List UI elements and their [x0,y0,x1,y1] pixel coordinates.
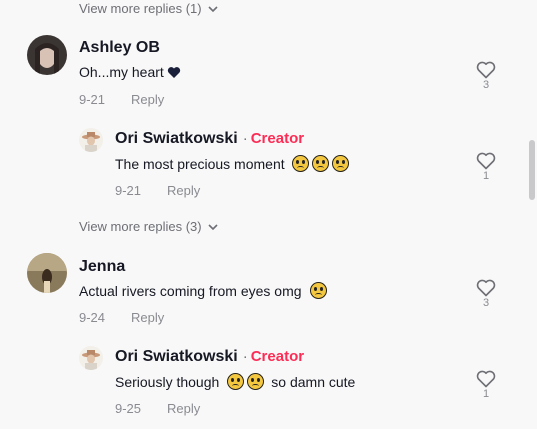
avatar[interactable] [27,253,67,293]
comment-text-content: Actual rivers coming from eyes omg [79,282,302,299]
sad-face-emoji [227,373,245,390]
view-more-replies-button[interactable]: View more replies (1) [79,1,218,16]
heart-outline-icon [476,279,496,297]
sad-face-emoji [291,155,309,172]
comment-author[interactable]: Jenna [79,258,125,276]
reply-author-row: Ori Swiatkowski · Creator [115,130,304,148]
reply-button[interactable]: Reply [131,92,164,107]
comment-meta: 9-24 Reply [79,310,164,325]
comment-meta: 9-21 Reply [79,92,164,107]
reply-text-content: The most precious moment [115,155,285,172]
heart-outline-icon [476,152,496,170]
avatar-image [79,346,103,370]
scrollbar-thumb[interactable] [529,140,535,200]
like-count: 1 [482,388,490,400]
comment-text-content: Oh...my heart [79,64,164,80]
avatar[interactable] [79,346,103,370]
comment-text: Actual rivers coming from eyes omg [79,282,327,299]
sad-face-emoji [309,282,327,299]
comment-text: Oh...my heart [79,64,181,80]
reply-text-after: so damn cute [271,373,356,390]
reply-author[interactable]: Ori Swiatkowski [115,348,238,366]
view-more-replies-label: View more replies (1) [79,1,202,16]
view-more-replies-label: View more replies (3) [79,219,202,234]
reply-date: 9-25 [115,401,142,416]
sad-face-emoji [247,373,265,390]
like-count: 3 [482,79,490,91]
sad-face-emoji [331,155,349,172]
chevron-down-icon [208,5,218,12]
heart-outline-icon [476,61,496,79]
reply-text: Seriously though so damn cute [115,373,355,390]
avatar-image [79,128,103,152]
reply-text: The most precious moment [115,155,349,172]
avatar[interactable] [79,128,103,152]
reply-button[interactable]: Reply [131,310,164,325]
reply-button[interactable]: Reply [167,401,200,416]
like-count: 1 [482,170,490,182]
view-more-replies-button[interactable]: View more replies (3) [79,219,218,234]
heart-outline-icon [476,370,496,388]
like-button[interactable]: 1 [473,370,499,400]
sad-face-emoji [311,155,329,172]
creator-badge: Creator [250,348,305,365]
chevron-down-icon [208,223,218,230]
comment-date: 9-24 [79,310,106,325]
reply-author-row: Ori Swiatkowski · Creator [115,348,304,366]
reply-text-before: Seriously though [115,373,220,390]
reply-date: 9-21 [115,183,142,198]
creator-badge: Creator [250,130,305,147]
reply-meta: 9-21 Reply [115,183,200,198]
comment-author[interactable]: Ashley OB [79,39,160,57]
like-count: 3 [482,297,490,309]
reply-button[interactable]: Reply [167,183,200,198]
like-button[interactable]: 1 [473,152,499,182]
reply-meta: 9-25 Reply [115,401,200,416]
avatar-image [27,35,67,75]
avatar-image [27,253,67,293]
black-heart-emoji [167,66,180,78]
like-button[interactable]: 3 [473,61,499,91]
separator-dot: · [242,348,248,365]
like-button[interactable]: 3 [473,279,499,309]
comment-date: 9-21 [79,92,106,107]
separator-dot: · [242,130,248,147]
reply-author[interactable]: Ori Swiatkowski [115,130,238,148]
avatar[interactable] [27,35,67,75]
